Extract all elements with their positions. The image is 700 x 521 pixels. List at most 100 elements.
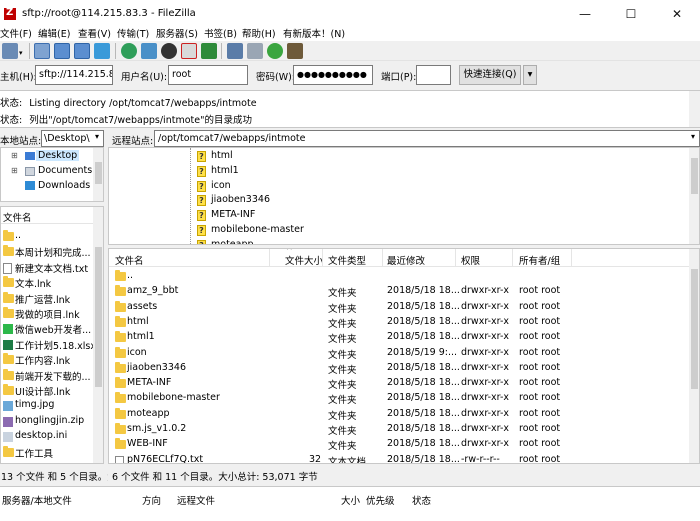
cancel-icon[interactable]	[161, 43, 177, 59]
table-row[interactable]: ..	[109, 269, 687, 284]
queue-col-server[interactable]: 服务器/本地文件	[2, 493, 72, 507]
menu-view[interactable]: 查看(V)	[78, 26, 111, 40]
table-row[interactable]: icon 文件夹 2018/5/19 9:... drwxr-xr-x root roo…	[109, 346, 687, 361]
queue-col-priority[interactable]: 优先级	[366, 493, 395, 507]
list-item[interactable]: 推广运营.lnk	[1, 291, 93, 306]
column-divider[interactable]	[269, 249, 270, 266]
list-item[interactable]: 微信web开发者...	[1, 321, 93, 336]
queue-col-size[interactable]: 大小	[341, 493, 360, 507]
local-col-filename[interactable]: 文件名	[3, 210, 32, 224]
scrollbar-thumb[interactable]	[691, 269, 698, 389]
tree-item[interactable]: html1	[211, 165, 239, 176]
process-queue-icon[interactable]	[141, 43, 157, 59]
tree-item-downloads[interactable]: Downloads	[38, 180, 90, 191]
table-row[interactable]: assets 文件夹 2018/5/18 18... drwxr-xr-x root r…	[109, 300, 687, 315]
column-divider[interactable]	[322, 249, 323, 266]
toggle-queue-icon[interactable]	[94, 43, 110, 59]
table-row[interactable]: mobilebone-master 文件夹 2018/5/18 18... drwxr…	[109, 391, 687, 406]
column-divider[interactable]	[571, 249, 572, 266]
remote-path-input[interactable]: /opt/tomcat7/webapps/intmote	[154, 130, 700, 147]
quickconnect-dropdown-icon[interactable]: ▾	[523, 65, 537, 85]
toggle-local-tree-icon[interactable]	[54, 43, 70, 59]
port-input[interactable]	[416, 65, 451, 85]
list-item[interactable]: UI设计部.lnk	[1, 383, 93, 398]
table-row[interactable]: pN76ECLf7Q.txt 32 文本文档 2018/5/18 18... -rw-r…	[109, 453, 687, 463]
tree-item[interactable]: META-INF	[211, 209, 255, 220]
tree-item-documents[interactable]: Documents	[38, 165, 92, 176]
remote-col-size[interactable]: 文件大小	[285, 253, 323, 267]
toggle-remote-tree-icon[interactable]	[74, 43, 90, 59]
tree-item-desktop[interactable]: Desktop	[36, 150, 80, 161]
remote-path-dropdown-icon[interactable]: ▾	[691, 132, 695, 141]
column-divider[interactable]	[512, 249, 513, 266]
menu-edit[interactable]: 编辑(E)	[38, 26, 70, 40]
host-input[interactable]: sftp://114.215.83.	[35, 65, 113, 85]
scrollbar-thumb[interactable]	[691, 158, 698, 194]
table-row[interactable]: amz_9_bbt 文件夹 2018/5/18 18... drwxr-xr-x roo…	[109, 284, 687, 299]
site-manager-icon[interactable]	[2, 43, 18, 59]
remote-col-owner[interactable]: 所有者/组	[519, 253, 560, 267]
sync-browse-icon[interactable]	[267, 43, 283, 59]
local-tree-scrollbar[interactable]	[93, 148, 103, 201]
column-divider[interactable]	[455, 249, 456, 266]
list-item[interactable]: 我做的项目.lnk	[1, 306, 93, 321]
list-item[interactable]: 文本.lnk	[1, 275, 93, 290]
menu-server[interactable]: 服务器(S)	[156, 26, 198, 40]
table-row[interactable]: moteapp 文件夹 2018/5/18 18... drwxr-xr-x root …	[109, 407, 687, 422]
list-item[interactable]: desktop.ini	[1, 429, 93, 444]
tree-item[interactable]: html	[211, 150, 233, 161]
list-item[interactable]: honglingjin.zip	[1, 414, 93, 429]
list-item[interactable]: timg.jpg	[1, 398, 93, 413]
list-item[interactable]: 工作计划5.18.xlsx	[1, 337, 96, 352]
log-scrollbar[interactable]	[689, 91, 700, 127]
remote-tree-scrollbar[interactable]	[689, 148, 699, 244]
find-files-icon[interactable]	[287, 43, 303, 59]
username-input[interactable]: root	[168, 65, 248, 85]
refresh-icon[interactable]	[121, 43, 137, 59]
menu-transfer[interactable]: 传输(T)	[117, 26, 149, 40]
remote-col-filename[interactable]: 文件名	[115, 253, 144, 267]
remote-list-scrollbar[interactable]	[689, 249, 699, 463]
list-item[interactable]: 本周计划和完成...	[1, 244, 93, 259]
remote-col-perms[interactable]: 权限	[461, 253, 480, 267]
tree-item[interactable]: moteapp	[211, 239, 254, 244]
expand-icon[interactable]: ⊞	[11, 166, 18, 175]
list-item[interactable]: 新建文本文档.txt	[1, 260, 93, 275]
scrollbar-thumb[interactable]	[95, 247, 102, 387]
local-list-scrollbar[interactable]	[93, 207, 103, 463]
tree-item[interactable]: jiaoben3346	[211, 194, 270, 205]
queue-col-status[interactable]: 状态	[412, 493, 431, 507]
compare-icon[interactable]	[247, 43, 263, 59]
site-manager-dropdown-icon[interactable]: ▾	[19, 49, 23, 57]
table-row[interactable]: META-INF 文件夹 2018/5/18 18... drwxr-xr-x root…	[109, 376, 687, 391]
toggle-log-icon[interactable]	[34, 43, 50, 59]
table-row[interactable]: html 文件夹 2018/5/18 18... drwxr-xr-x root roo…	[109, 315, 687, 330]
tree-item[interactable]: icon	[211, 180, 231, 191]
table-row[interactable]: sm.js_v1.0.2 文件夹 2018/5/18 18... drwxr-xr-x…	[109, 422, 687, 437]
column-divider[interactable]	[382, 249, 383, 266]
menu-file[interactable]: 文件(F)	[0, 26, 32, 40]
table-row[interactable]: html1 文件夹 2018/5/18 18... drwxr-xr-x root ro…	[109, 330, 687, 345]
local-path-dropdown-icon[interactable]: ▾	[95, 132, 99, 141]
queue-col-remote[interactable]: 远程文件	[177, 493, 215, 507]
menu-new-version[interactable]: 有新版本！(N)	[283, 26, 345, 40]
reconnect-icon[interactable]	[201, 43, 217, 59]
list-item[interactable]: 工作工具	[1, 445, 93, 460]
password-input[interactable]: ●●●●●●●●●●	[293, 65, 373, 85]
queue-col-direction[interactable]: 方向	[142, 493, 161, 507]
tree-item[interactable]: mobilebone-master	[211, 224, 304, 235]
list-item[interactable]: 工作内容.lnk	[1, 352, 93, 367]
scrollbar-thumb[interactable]	[95, 162, 102, 184]
quickconnect-button[interactable]: 快速连接(Q)	[459, 65, 521, 85]
table-row[interactable]: jiaoben3346 文件夹 2018/5/18 18... drwxr-xr-x r…	[109, 361, 687, 376]
menu-help[interactable]: 帮助(H)	[242, 26, 276, 40]
menu-bookmarks[interactable]: 书签(B)	[204, 26, 237, 40]
disconnect-icon[interactable]	[181, 43, 197, 59]
filter-icon[interactable]	[227, 43, 243, 59]
table-row[interactable]: WEB-INF 文件夹 2018/5/18 18... drwxr-xr-x root …	[109, 437, 687, 452]
list-item[interactable]: 前端开发下载的...	[1, 368, 93, 383]
list-item[interactable]: ..	[1, 229, 93, 244]
remote-col-modified[interactable]: 最近修改	[387, 253, 425, 267]
expand-icon[interactable]: ⊞	[11, 151, 18, 160]
remote-col-type[interactable]: 文件类型	[328, 253, 366, 267]
